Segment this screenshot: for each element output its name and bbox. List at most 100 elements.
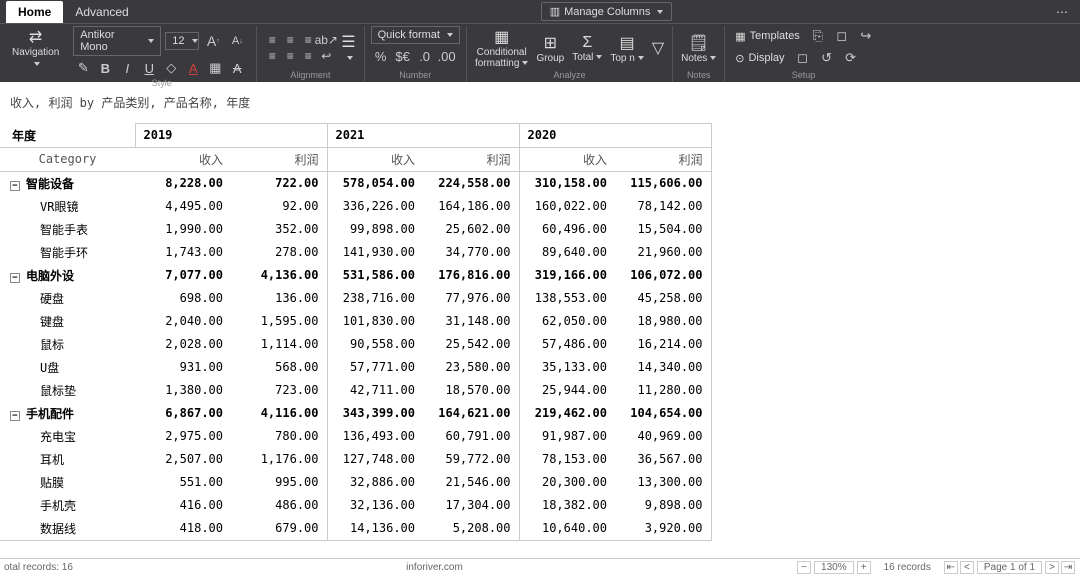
cell[interactable]: 92.00 (231, 195, 327, 218)
page-first-button[interactable]: ⇤ (944, 561, 958, 574)
cell[interactable]: 5,208.00 (423, 517, 519, 541)
cell[interactable]: 31,148.00 (423, 310, 519, 333)
cell[interactable]: 17,304.00 (423, 494, 519, 517)
cell[interactable]: 1,114.00 (231, 333, 327, 356)
table-row[interactable]: U盘931.00568.0057,771.0023,580.0035,133.0… (0, 356, 711, 379)
topn-button[interactable]: ▤Top n (608, 33, 645, 64)
cell[interactable]: 551.00 (135, 471, 231, 494)
setup-icon-2[interactable]: ◻ (832, 26, 852, 46)
cell[interactable]: 995.00 (231, 471, 327, 494)
increase-font-button[interactable]: A↑ (203, 31, 223, 51)
cell[interactable]: 91,987.00 (519, 425, 615, 448)
cell[interactable]: 42,711.00 (327, 379, 423, 402)
cell[interactable]: 14,136.00 (327, 517, 423, 541)
cell[interactable]: 14,340.00 (615, 356, 711, 379)
cell[interactable]: 101,830.00 (327, 310, 423, 333)
cell[interactable]: 21,960.00 (615, 241, 711, 264)
cell[interactable]: 90,558.00 (327, 333, 423, 356)
increase-decimal-button[interactable]: .00 (437, 46, 457, 66)
cell[interactable]: 36,567.00 (615, 448, 711, 471)
tab-advanced[interactable]: Advanced (63, 1, 140, 23)
year-col-2[interactable]: 2020 (519, 124, 711, 148)
cell[interactable]: 7,077.00 (135, 264, 231, 287)
setup-icon-6[interactable]: ⟳ (841, 48, 861, 68)
cell[interactable]: 13,300.00 (615, 471, 711, 494)
clear-format-button[interactable]: A (227, 58, 247, 78)
cell[interactable]: 352.00 (231, 218, 327, 241)
italic-button[interactable]: I (117, 58, 137, 78)
cell[interactable]: 3,920.00 (615, 517, 711, 541)
bold-button[interactable]: B (95, 58, 115, 78)
indent-button[interactable]: ☰ (339, 32, 357, 64)
cell[interactable]: 176,816.00 (423, 264, 519, 287)
cell[interactable]: 25,602.00 (423, 218, 519, 241)
cell[interactable]: 2,507.00 (135, 448, 231, 471)
table-row[interactable]: 鼠标垫1,380.00723.0042,711.0018,570.0025,94… (0, 379, 711, 402)
setup-icon-5[interactable]: ↺ (817, 48, 837, 68)
table-row[interactable]: 手机壳416.00486.0032,136.0017,304.0018,382.… (0, 494, 711, 517)
align-right-button[interactable]: ≡ (299, 48, 317, 64)
cell[interactable]: 104,654.00 (615, 402, 711, 425)
cell[interactable]: 62,050.00 (519, 310, 615, 333)
cell[interactable]: 722.00 (231, 171, 327, 195)
cell[interactable]: 60,791.00 (423, 425, 519, 448)
table-row[interactable]: 智能手环1,743.00278.00141,930.0034,770.0089,… (0, 241, 711, 264)
cell[interactable]: 219,462.00 (519, 402, 615, 425)
manage-columns-button[interactable]: ▥ Manage Columns (541, 2, 673, 21)
cell[interactable]: 18,570.00 (423, 379, 519, 402)
setup-icon-4[interactable]: ◻ (793, 48, 813, 68)
cell[interactable]: 15,504.00 (615, 218, 711, 241)
font-size-select[interactable]: 12 (165, 32, 199, 50)
cell[interactable]: 1,743.00 (135, 241, 231, 264)
cell[interactable]: 224,558.00 (423, 171, 519, 195)
collapse-icon[interactable]: − (10, 411, 20, 421)
underline-button[interactable]: U (139, 58, 159, 78)
cell[interactable]: 25,542.00 (423, 333, 519, 356)
table-row[interactable]: 充电宝2,975.00780.00136,493.0060,791.0091,9… (0, 425, 711, 448)
cell[interactable]: 1,176.00 (231, 448, 327, 471)
align-center-button[interactable]: ≡ (281, 48, 299, 64)
cell[interactable]: 780.00 (231, 425, 327, 448)
cell[interactable]: 21,546.00 (423, 471, 519, 494)
wrap-text-button[interactable]: ↩ (317, 48, 335, 64)
cell[interactable]: 164,186.00 (423, 195, 519, 218)
align-left-button[interactable]: ≡ (263, 48, 281, 64)
quick-format-button[interactable]: Quick format (371, 26, 460, 44)
cell[interactable]: 11,280.00 (615, 379, 711, 402)
cell[interactable]: 2,028.00 (135, 333, 231, 356)
table-row[interactable]: VR眼镜4,495.0092.00336,226.00164,186.00160… (0, 195, 711, 218)
table-group-row[interactable]: −手机配件6,867.004,116.00343,399.00164,621.0… (0, 402, 711, 425)
align-middle-button[interactable]: ≡ (281, 32, 299, 48)
cell[interactable]: 60,496.00 (519, 218, 615, 241)
cell[interactable]: 18,980.00 (615, 310, 711, 333)
cell[interactable]: 4,116.00 (231, 402, 327, 425)
font-family-select[interactable]: Antikor Mono (73, 26, 161, 56)
cell[interactable]: 136,493.00 (327, 425, 423, 448)
cell[interactable]: 57,486.00 (519, 333, 615, 356)
cell[interactable]: 35,133.00 (519, 356, 615, 379)
cell[interactable]: 931.00 (135, 356, 231, 379)
page-next-button[interactable]: > (1045, 561, 1059, 574)
decrease-font-button[interactable]: A↓ (227, 31, 247, 51)
page-last-button[interactable]: ⇥ (1061, 561, 1075, 574)
cell[interactable]: 6,867.00 (135, 402, 231, 425)
cell[interactable]: 25,944.00 (519, 379, 615, 402)
cell[interactable]: 343,399.00 (327, 402, 423, 425)
table-row[interactable]: 智能手表1,990.00352.0099,898.0025,602.0060,4… (0, 218, 711, 241)
currency-button[interactable]: $€ (393, 46, 413, 66)
filter-button[interactable]: ▽ (650, 38, 666, 58)
cell[interactable]: 23,580.00 (423, 356, 519, 379)
cell[interactable]: 20,300.00 (519, 471, 615, 494)
format-painter-icon[interactable]: ✎ (73, 58, 93, 78)
cell[interactable]: 578,054.00 (327, 171, 423, 195)
cell[interactable]: 2,975.00 (135, 425, 231, 448)
cell[interactable]: 531,586.00 (327, 264, 423, 287)
cell[interactable]: 127,748.00 (327, 448, 423, 471)
percent-button[interactable]: % (371, 46, 391, 66)
border-button[interactable]: ▦ (205, 58, 225, 78)
cell[interactable]: 40,969.00 (615, 425, 711, 448)
year-col-0[interactable]: 2019 (135, 124, 327, 148)
cell[interactable]: 164,621.00 (423, 402, 519, 425)
cell[interactable]: 136.00 (231, 287, 327, 310)
cell[interactable]: 89,640.00 (519, 241, 615, 264)
